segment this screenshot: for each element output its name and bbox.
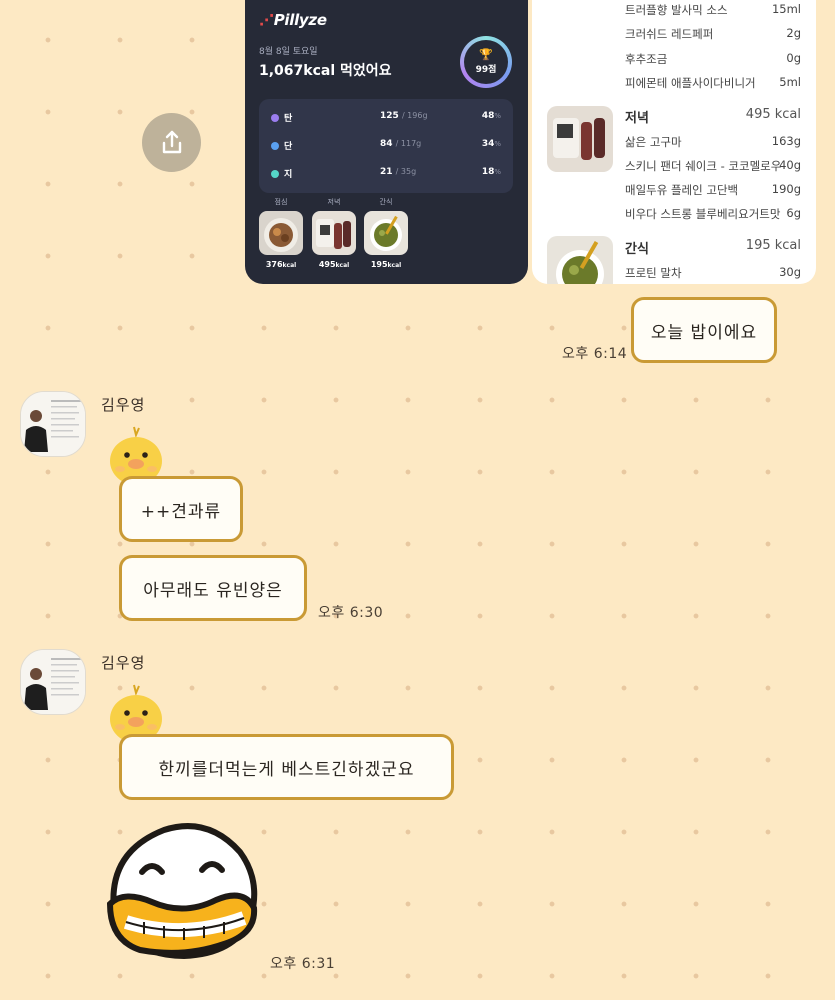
trophy-icon: 🏆 (479, 48, 493, 61)
message-time: 오후 6:31 (270, 956, 336, 972)
food-item: 트러플향 발사믹 소스 15ml (625, 2, 801, 17)
meal-dinner: 저녁 495kcal (311, 197, 357, 269)
duck-emoticon-icon[interactable] (104, 822, 260, 964)
macro-amount: 21 / 35g (380, 167, 417, 177)
share-button[interactable] (142, 113, 201, 172)
snack-photo (547, 236, 613, 284)
macro-percent: 34% (481, 139, 501, 149)
macro-name: 지 (284, 170, 293, 180)
macro-panel: 탄 125 / 196g 48% 단 84 / 117g 34% 지 21 / … (259, 99, 513, 193)
food-item: 프로틴 말차 30g (625, 265, 801, 280)
message-text: ++견과류 (140, 501, 222, 522)
food-item: 피에몬테 애플사이다비니거 5ml (625, 75, 801, 90)
macro-name: 단 (284, 142, 293, 152)
meal-snack: 간식 195kcal (363, 197, 409, 269)
macro-name: 탄 (284, 114, 293, 124)
meal-kcal: 195kcal (370, 260, 402, 269)
avatar[interactable] (20, 391, 86, 457)
received-message-bubble[interactable]: 한끼를더먹는게 베스트긴하겠군요 (119, 734, 454, 800)
pillyze-logo: ⋰Pillyze (259, 11, 327, 29)
message-text: 오늘 밥이에요 (650, 322, 758, 343)
macro-amount: 84 / 117g (380, 139, 422, 149)
message-time: 오후 6:14 (562, 346, 628, 362)
meal-label: 점심 (274, 198, 288, 206)
received-message-bubble[interactable]: ++견과류 (119, 476, 243, 542)
message-text: 한끼를더먹는게 베스트긴하겠군요 (158, 759, 415, 780)
summary-kcal: 1,067kcal 먹었어요 (259, 63, 392, 79)
food-item: 스키니 팬더 쉐이크 - 코코멜로우 40g (625, 158, 801, 173)
food-item: 비우다 스트롱 블루베리요거트맛 6g (625, 206, 801, 221)
lunch-photo (259, 211, 303, 255)
snack-photo (364, 211, 408, 255)
meal-label: 저녁 (327, 198, 341, 206)
message-time: 오후 6:30 (318, 605, 384, 621)
share-upload-icon (162, 130, 181, 153)
received-message-bubble[interactable]: 아무래도 유빈양은 (119, 555, 307, 621)
sender-name: 김우영 (101, 654, 146, 672)
score-value: 99점 (475, 65, 497, 75)
macro-percent: 18% (481, 167, 501, 177)
fat-dot-icon (271, 170, 279, 178)
section-title-dinner: 저녁 (625, 111, 649, 126)
score-ring: 🏆 99점 (460, 36, 512, 88)
pillyze-summary-image[interactable]: ⋰Pillyze 8월 8일 토요일 1,067kcal 먹었어요 🏆 99점 … (245, 0, 528, 284)
dinner-photo (547, 106, 613, 172)
profile-photo (21, 650, 85, 714)
macro-row-protein: 단 84 / 117g 34% (259, 137, 513, 157)
food-item: 매일두유 플레인 고단백 190g (625, 182, 801, 197)
message-text: 아무래도 유빈양은 (143, 580, 283, 601)
macro-row-fat: 지 21 / 35g 18% (259, 165, 513, 185)
section-kcal-dinner: 495 kcal (745, 107, 801, 122)
meal-lunch: 점심 376kcal (258, 197, 304, 269)
sender-name: 김우영 (101, 396, 146, 414)
avatar[interactable] (20, 649, 86, 715)
meal-label: 간식 (379, 198, 393, 206)
meal-kcal: 495kcal (318, 260, 350, 269)
summary-date: 8월 8일 토요일 (259, 47, 318, 57)
food-item: 후추조금 0g (625, 51, 801, 66)
macro-row-carb: 탄 125 / 196g 48% (259, 109, 513, 129)
food-list-image[interactable]: 트러플향 발사믹 소스 15ml 크러쉬드 레드페퍼 2g 후추조금 0g 피에몬테 … (532, 0, 816, 284)
carb-dot-icon (271, 114, 279, 122)
my-message-bubble[interactable]: 오늘 밥이에요 (631, 297, 777, 363)
meal-kcal: 376kcal (265, 260, 297, 269)
profile-photo (21, 392, 85, 456)
macro-amount: 125 / 196g (380, 111, 428, 121)
section-title-snack: 간식 (625, 242, 649, 257)
protein-dot-icon (271, 142, 279, 150)
food-item: 삶은 고구마 163g (625, 134, 801, 149)
dinner-photo (312, 211, 356, 255)
section-kcal-snack: 195 kcal (745, 238, 801, 253)
food-item: 크러쉬드 레드페퍼 2g (625, 26, 801, 41)
macro-percent: 48% (481, 111, 501, 121)
